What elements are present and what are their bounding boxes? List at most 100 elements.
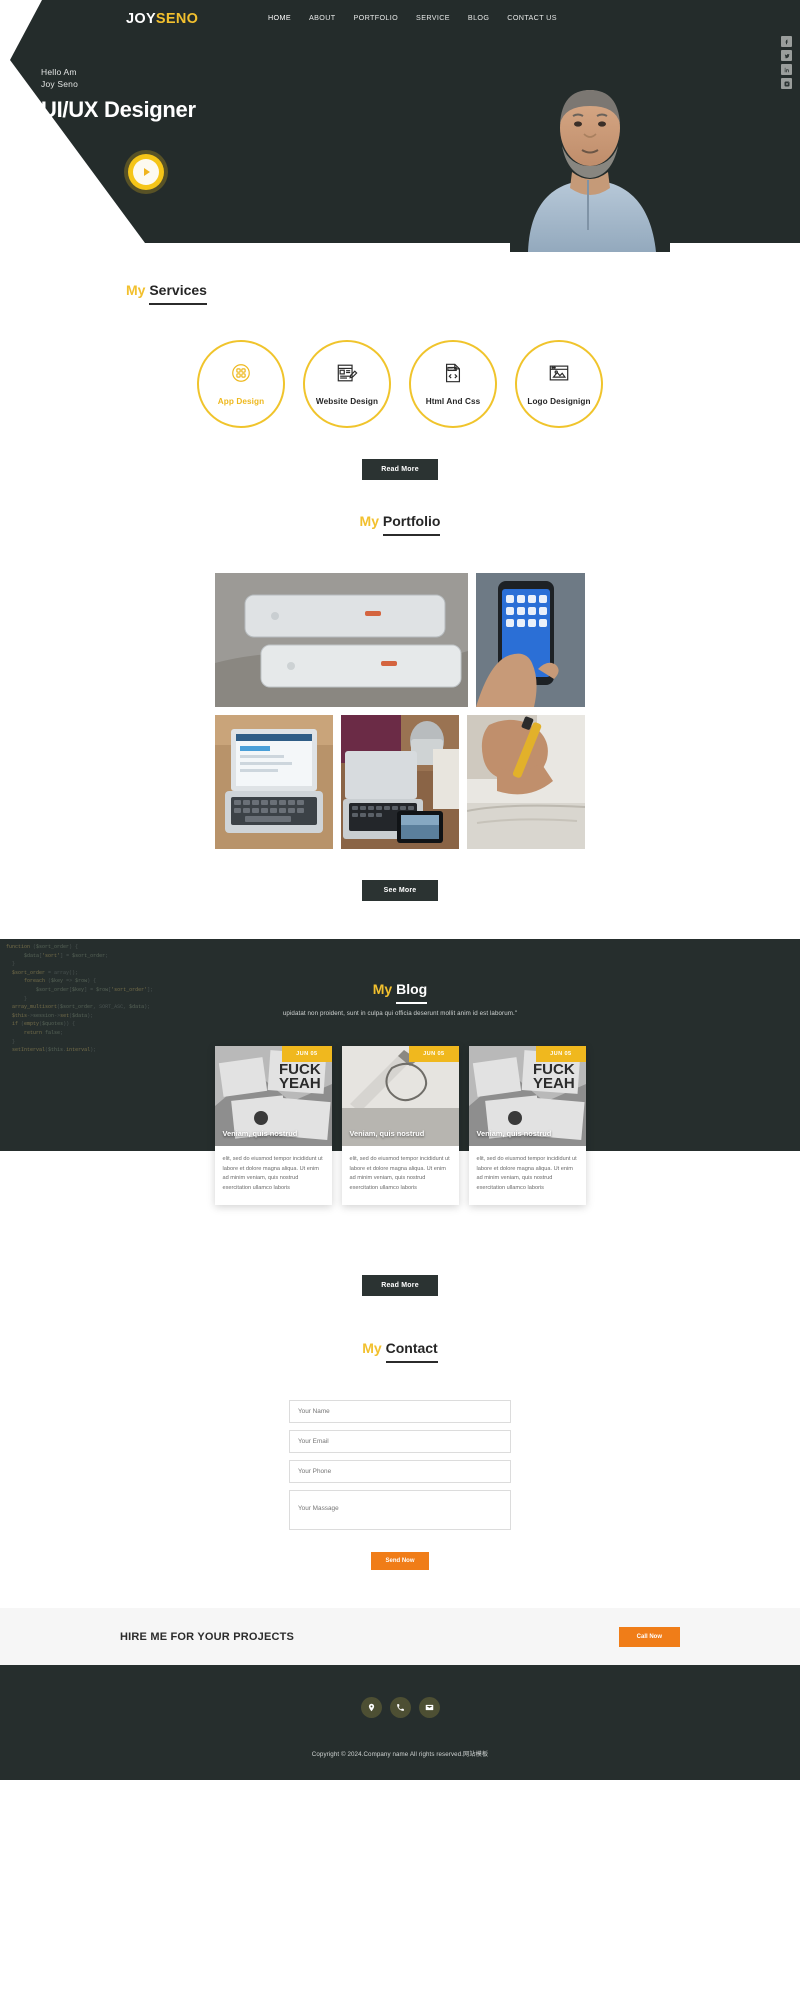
portfolio-see-more-button[interactable]: See More bbox=[362, 880, 438, 901]
svg-text:HTML: HTML bbox=[449, 367, 457, 371]
services-heading: My Services bbox=[126, 268, 800, 305]
service-label: Website Design bbox=[315, 397, 379, 406]
portfolio-row bbox=[215, 715, 585, 849]
nav-item-blog[interactable]: BLOG bbox=[468, 13, 489, 22]
phone-input[interactable] bbox=[289, 1460, 511, 1483]
portfolio-item-writing-hand[interactable] bbox=[467, 715, 585, 849]
portfolio-heading-my: My bbox=[359, 513, 379, 529]
nav-item-portfolio[interactable]: PORTFOLIO bbox=[353, 13, 398, 22]
blog-date-badge: JUN 05 bbox=[282, 1046, 332, 1062]
instagram-icon[interactable] bbox=[781, 78, 792, 89]
services-section: My Services App Design Website Design HT… bbox=[0, 262, 800, 480]
blog-card[interactable]: JUN 05 Veniam, quis nostrud elit, sed do… bbox=[341, 1046, 459, 1206]
social-sidebar bbox=[781, 36, 792, 89]
portfolio-item-hand-phone[interactable] bbox=[476, 573, 585, 707]
blog-heading-rest: Blog bbox=[396, 981, 428, 1004]
message-textarea[interactable] bbox=[289, 1490, 511, 1530]
top-navigation: JOYSENO HOME ABOUT PORTFOLIO SERVICE BLO… bbox=[0, 0, 800, 36]
blog-date-badge: JUN 05 bbox=[409, 1046, 459, 1062]
svg-text:YEAH: YEAH bbox=[279, 1075, 321, 1092]
hero-text-block: Hello Am Joy Seno UI/UX Designer bbox=[41, 66, 196, 123]
blog-card-excerpt: elit, sed do eiusmod tempor incididunt u… bbox=[476, 1156, 577, 1191]
blog-thumbnail: JUN 05 Veniam, quis nostrud bbox=[341, 1046, 459, 1146]
nav-item-about[interactable]: ABOUT bbox=[309, 13, 336, 22]
phone-icon[interactable] bbox=[389, 1697, 411, 1718]
portfolio-grid bbox=[215, 573, 585, 849]
hero-portrait-photo bbox=[510, 62, 670, 252]
blog-card-title: Veniam, quis nostrud bbox=[222, 1129, 298, 1138]
contact-section: My Contact Send Now bbox=[0, 1296, 800, 1570]
hero-dark-shape bbox=[10, 0, 800, 243]
portfolio-heading: My Portfolio bbox=[0, 513, 800, 536]
blog-card[interactable]: FUCK YEAH JUN 05 Veniam, quis nostrud el… bbox=[468, 1046, 586, 1206]
play-video-button[interactable] bbox=[128, 154, 164, 190]
blog-card-excerpt: elit, sed do eiusmod tempor incididunt u… bbox=[222, 1156, 323, 1191]
hire-title: HIRE ME FOR YOUR PROJECTS bbox=[120, 1630, 295, 1643]
brand-logo[interactable]: JOYSENO bbox=[126, 11, 198, 27]
call-now-button[interactable]: Call Now bbox=[618, 1626, 680, 1647]
blog-subtitle: upidatat non proident, sunt in culpa qui… bbox=[282, 1010, 518, 1017]
blog-button-wrap: Read More bbox=[0, 1275, 800, 1296]
blog-card[interactable]: FUCK YEAH JUN 05 Veniam, quis nostrud el… bbox=[214, 1046, 332, 1206]
hero-title: UI/UX Designer bbox=[41, 97, 196, 122]
services-heading-my: My bbox=[126, 282, 146, 298]
footer-social-list bbox=[0, 1697, 800, 1718]
service-card-html-and-css[interactable]: HTML Html And Css bbox=[409, 340, 497, 428]
blog-card-excerpt: elit, sed do eiusmod tempor incididunt u… bbox=[349, 1156, 450, 1191]
brand-first: JOY bbox=[126, 11, 156, 27]
blog-heading-my: My bbox=[372, 981, 393, 997]
blog-date-badge: JUN 05 bbox=[536, 1046, 586, 1062]
service-card-website-design[interactable]: Website Design bbox=[303, 340, 391, 428]
blog-card-title: Veniam, quis nostrud bbox=[476, 1129, 552, 1138]
logo-design-icon bbox=[548, 362, 570, 389]
portfolio-section: My Portfolio See More bbox=[0, 480, 800, 901]
nav-item-contact-us[interactable]: CONTACT US bbox=[507, 13, 557, 22]
services-read-more-button[interactable]: Read More bbox=[362, 459, 438, 480]
blog-heading: My Blog bbox=[0, 981, 800, 1004]
services-list: App Design Website Design HTML Html And … bbox=[0, 340, 800, 428]
page-footer: Copyright © 2024.Company name All rights… bbox=[0, 1665, 800, 1780]
hire-banner: HIRE ME FOR YOUR PROJECTS Call Now bbox=[0, 1608, 800, 1665]
contact-form: Send Now bbox=[289, 1400, 511, 1570]
portfolio-item-laptop-desk[interactable] bbox=[215, 715, 333, 849]
facebook-icon[interactable] bbox=[781, 36, 792, 47]
send-now-button[interactable]: Send Now bbox=[371, 1552, 429, 1570]
portfolio-item-laptop-tablet[interactable] bbox=[341, 715, 459, 849]
blog-thumbnail: FUCK YEAH JUN 05 Veniam, quis nostrud bbox=[214, 1046, 332, 1146]
hero-greeting-line1: Hello Am bbox=[41, 67, 77, 77]
nav-item-service[interactable]: SERVICE bbox=[416, 13, 450, 22]
email-icon[interactable] bbox=[418, 1697, 440, 1718]
service-label: App Design bbox=[217, 397, 265, 406]
portfolio-item-phone-backs[interactable] bbox=[215, 573, 468, 707]
service-label: Logo Designign bbox=[527, 397, 591, 406]
hero-section: JOYSENO HOME ABOUT PORTFOLIO SERVICE BLO… bbox=[0, 0, 800, 262]
location-icon[interactable] bbox=[360, 1697, 382, 1718]
portfolio-heading-rest: Portfolio bbox=[382, 513, 441, 536]
blog-read-more-button[interactable]: Read More bbox=[362, 1275, 438, 1296]
copyright-text: Copyright © 2024.Company name All rights… bbox=[311, 1751, 489, 1758]
html-css-icon: HTML bbox=[442, 362, 464, 389]
hero-greeting-line2: Joy Seno bbox=[41, 79, 79, 89]
twitter-icon[interactable] bbox=[781, 50, 792, 61]
service-label: Html And Css bbox=[425, 397, 481, 406]
brand-second: SENO bbox=[155, 11, 199, 27]
landing-page: JOYSENO HOME ABOUT PORTFOLIO SERVICE BLO… bbox=[0, 0, 800, 2013]
nav-links: HOME ABOUT PORTFOLIO SERVICE BLOG CONTAC… bbox=[268, 13, 557, 22]
service-card-logo-designign[interactable]: Logo Designign bbox=[515, 340, 603, 428]
blog-card-list: FUCK YEAH JUN 05 Veniam, quis nostrud el… bbox=[0, 1046, 800, 1206]
linkedin-icon[interactable] bbox=[781, 64, 792, 75]
contact-heading-rest: Contact bbox=[385, 1340, 438, 1363]
blog-thumbnail: FUCK YEAH JUN 05 Veniam, quis nostrud bbox=[468, 1046, 586, 1146]
name-input[interactable] bbox=[289, 1400, 511, 1423]
contact-heading: My Contact bbox=[0, 1340, 800, 1363]
nav-item-home[interactable]: HOME bbox=[268, 13, 291, 22]
contact-heading-my: My bbox=[362, 1340, 382, 1356]
blog-section: function ($sort_order) { $data['sort'] =… bbox=[0, 939, 800, 1206]
services-heading-rest: Services bbox=[149, 282, 207, 305]
email-input[interactable] bbox=[289, 1430, 511, 1453]
website-design-icon bbox=[336, 362, 358, 389]
portfolio-row bbox=[215, 573, 585, 707]
service-card-app-design[interactable]: App Design bbox=[197, 340, 285, 428]
app-design-icon bbox=[230, 362, 252, 389]
blog-card-title: Veniam, quis nostrud bbox=[349, 1129, 425, 1138]
